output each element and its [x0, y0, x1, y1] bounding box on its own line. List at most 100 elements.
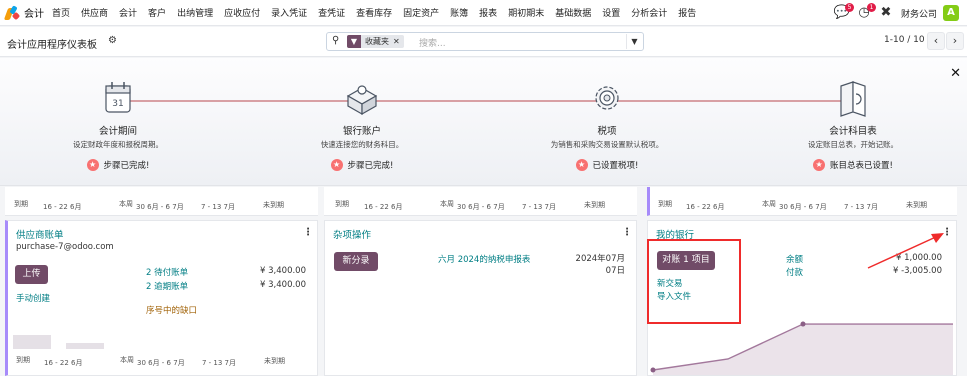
- menu-item[interactable]: 报告: [678, 6, 696, 19]
- upload-button[interactable]: 上传: [15, 265, 48, 284]
- balance-label[interactable]: 余额: [786, 253, 803, 265]
- card-graph-axis: 到期 16 - 22 6月 本周 30 6月 - 6 7月 7 - 13 7月 …: [5, 187, 318, 216]
- late-bills-amount: ¥ 3,400.00: [260, 280, 306, 290]
- pager-previous-button[interactable]: ‹: [927, 32, 945, 50]
- payments-amount: ¥ -3,005.00: [892, 266, 942, 276]
- card-title[interactable]: 供应商账单: [16, 227, 64, 241]
- menu-item[interactable]: 期初期末: [508, 6, 544, 19]
- step-status: ★ 步骤已完成!: [18, 159, 218, 171]
- app-logo-icon[interactable]: [3, 4, 21, 20]
- axis-label: 未到期: [264, 357, 285, 365]
- menu-item[interactable]: 录入凭证: [271, 6, 307, 19]
- activity-badge: 1: [866, 3, 876, 12]
- axis-label: 7 - 13 7月: [202, 359, 237, 367]
- vendor-email: purchase-7@odoo.com: [16, 242, 114, 252]
- axis-label: 到期: [16, 356, 30, 364]
- payments-label[interactable]: 付款: [786, 266, 803, 278]
- chat-icon[interactable]: 💬 5: [833, 3, 854, 22]
- bar-this-week-prior: [66, 343, 104, 349]
- menu-item[interactable]: 分析会计: [631, 6, 667, 19]
- company-switcher[interactable]: 财务公司: [901, 7, 937, 20]
- search-bar[interactable]: ⚲ ▼ 收藏夹 ✕ 搜索... ▼: [326, 32, 644, 51]
- card-title[interactable]: 杂项操作: [333, 227, 371, 241]
- step-status: ★ 已设置税项!: [507, 159, 707, 171]
- axis-label: 未到期: [584, 201, 605, 209]
- menu-item[interactable]: 固定资产: [403, 6, 439, 19]
- close-icon[interactable]: ✕: [950, 66, 961, 81]
- vendor-bills-card: 供应商账单 ⋮ purchase-7@odoo.com 上传 手动创建 2 待付…: [5, 220, 318, 376]
- axis-label: 未到期: [263, 201, 284, 209]
- star-check-icon: ★: [86, 159, 99, 171]
- step-title[interactable]: 银行账户: [262, 123, 462, 137]
- axis-label: 30 6月 - 6 7月: [136, 203, 184, 211]
- more-options-icon[interactable]: ⋮: [942, 227, 952, 238]
- axis-label: 30 6月 - 6 7月: [779, 203, 827, 211]
- app-name[interactable]: 会计: [24, 5, 44, 20]
- tax-report-link[interactable]: 六月 2024的纳税申报表: [438, 253, 530, 265]
- misc-operations-card: 杂项操作 ⋮ 新分录 六月 2024的纳税申报表 2024年07月07日: [324, 220, 637, 376]
- card-graph-axis: 到期 16 - 22 6月 本周 30 6月 - 6 7月 7 - 13 7月 …: [324, 187, 637, 216]
- more-options-icon[interactable]: ⋮: [303, 227, 313, 238]
- chat-badge: 5: [844, 3, 854, 12]
- book-icon: [840, 81, 866, 117]
- step-description: 设定账目总表，开始记账。: [808, 140, 898, 149]
- axis-label: 本周: [762, 200, 776, 208]
- sequence-gap-warning[interactable]: 序号中的缺口: [146, 304, 197, 316]
- pager-next-button[interactable]: ›: [946, 32, 964, 50]
- control-panel: 会计应用程序仪表板 ⚙ ⚲ ▼ 收藏夹 ✕ 搜索... ▼ 1-10 / 10 …: [0, 27, 967, 57]
- menu-item[interactable]: 首页: [52, 6, 70, 19]
- search-facet[interactable]: ▼ 收藏夹 ✕: [347, 35, 404, 48]
- menu-item[interactable]: 基础数据: [555, 6, 591, 19]
- menu-item[interactable]: 客户: [148, 6, 166, 19]
- step-status-label: 步骤已完成!: [347, 161, 394, 171]
- top-navbar: 会计 首页 供应商 会计 客户 出纳管理 应收应付 录入凭证 查凭证 查看库存 …: [0, 0, 967, 26]
- menu-item[interactable]: 报表: [479, 6, 497, 19]
- gear-icon[interactable]: ⚙: [108, 35, 117, 46]
- menu-item[interactable]: 应收应付: [224, 6, 260, 19]
- step-title[interactable]: 会计科目表: [753, 123, 953, 137]
- star-check-icon: ★: [330, 159, 343, 171]
- menu-item[interactable]: 账簿: [450, 6, 468, 19]
- axis-label: 7 - 13 7月: [522, 203, 557, 211]
- facet-remove-icon[interactable]: ✕: [393, 37, 400, 46]
- new-entry-button[interactable]: 新分录: [334, 252, 378, 271]
- star-check-icon: ★: [813, 159, 826, 171]
- calendar-icon: 31: [105, 82, 131, 113]
- menu-item[interactable]: 供应商: [81, 6, 108, 19]
- svg-text:31: 31: [112, 99, 123, 109]
- step-title[interactable]: 会计期间: [18, 123, 218, 137]
- onboarding-banner: ✕ 31 会计期间 设定财政年度和报税周期。 ★ 步骤已完成! 银行账户 快速连接…: [0, 58, 967, 186]
- graph-point: [650, 367, 656, 373]
- bills-to-pay-link[interactable]: 2 待付账单: [146, 266, 188, 278]
- bar-overdue: [13, 335, 51, 349]
- avatar[interactable]: A: [943, 5, 959, 21]
- step-status-label: 账目总表已设置!: [830, 161, 893, 171]
- bank-balance-graph: [650, 321, 953, 375]
- main-menu: 首页 供应商 会计 客户 出纳管理 应收应付 录入凭证 查凭证 查看库存 固定资…: [52, 6, 707, 19]
- onboarding-progress-line: [125, 100, 845, 102]
- debug-tools-icon[interactable]: ✖: [877, 4, 895, 22]
- menu-item[interactable]: 会计: [119, 6, 137, 19]
- search-input[interactable]: 搜索...: [419, 36, 446, 49]
- pager-value[interactable]: 1-10 / 10: [884, 35, 925, 45]
- axis-label: 30 6月 - 6 7月: [457, 203, 505, 211]
- menu-item[interactable]: 出纳管理: [177, 6, 213, 19]
- search-dropdown-toggle[interactable]: ▼: [626, 34, 642, 49]
- menu-item[interactable]: 查凭证: [318, 6, 345, 19]
- step-title[interactable]: 税项: [507, 123, 707, 137]
- axis-label: 7 - 13 7月: [844, 203, 879, 211]
- late-bills-link[interactable]: 2 逾期账单: [146, 280, 188, 292]
- menu-item[interactable]: 查看库存: [356, 6, 392, 19]
- axis-label: 16 - 22 6月: [686, 203, 725, 211]
- star-check-icon: ★: [575, 159, 588, 171]
- card-graph-axis: 到期 16 - 22 6月 本周 30 6月 - 6 7月 7 - 13 7月 …: [647, 187, 957, 216]
- activity-clock-icon[interactable]: ◷ 1: [855, 3, 876, 22]
- search-icon[interactable]: ⚲: [332, 35, 339, 46]
- page-title: 会计应用程序仪表板: [7, 40, 97, 51]
- menu-item[interactable]: 设置: [602, 6, 620, 19]
- axis-label: 7 - 13 7月: [201, 203, 236, 211]
- more-options-icon[interactable]: ⋮: [622, 227, 632, 238]
- step-description: 为销售和采购交易设置默认税项。: [550, 140, 664, 149]
- axis-label: 30 6月 - 6 7月: [137, 359, 185, 367]
- manual-create-link[interactable]: 手动创建: [16, 292, 50, 304]
